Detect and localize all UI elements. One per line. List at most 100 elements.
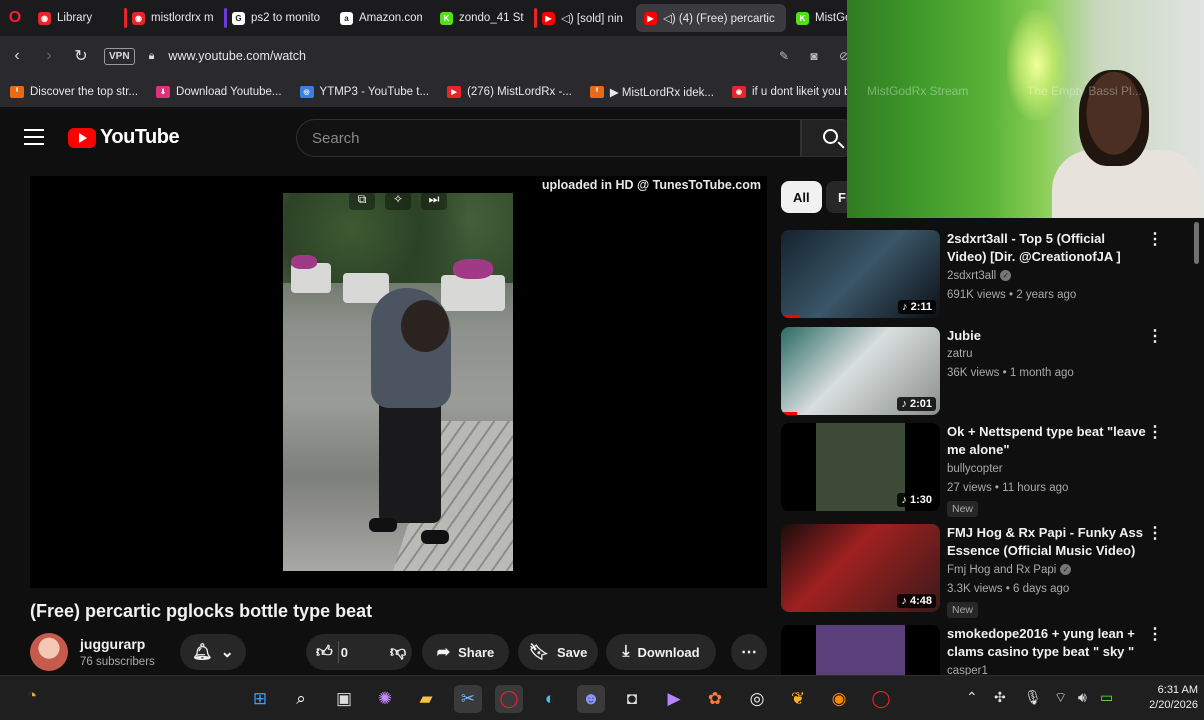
search-icon [823, 129, 838, 144]
url-field[interactable]: www.youtube.com/watch [168, 49, 762, 63]
recommendation-item[interactable]: ♪ 2:11 2sdxrt3all - Top 5 (Official Video… [781, 230, 1191, 320]
taskbar-search-icon[interactable]: ⌕ [287, 685, 315, 713]
filter-chip[interactable]: All [781, 181, 822, 213]
video-player[interactable]: uploaded in HD @ TunesToTube.com ⧉ ✧ ⏭ [30, 176, 767, 588]
miniplayer-icon[interactable]: ⧉ [349, 192, 375, 210]
discord-icon[interactable]: ☻ [577, 685, 605, 713]
tray-overflow-icon[interactable]: ⌃ [966, 689, 978, 706]
video-frame [283, 193, 513, 571]
edit-icon[interactable]: ✎ [776, 49, 792, 63]
duration-badge: ♪ 2:11 [898, 300, 936, 314]
lock-icon[interactable]: 🔒︎ [149, 50, 155, 63]
sparkle-icon[interactable]: ✧ [385, 192, 411, 210]
system-clock[interactable]: 6:31 AM 2/20/2026 [1128, 683, 1198, 713]
channel-name[interactable]: juggurarp [80, 636, 145, 652]
browser-tab[interactable]: ◉ mistlordrx mu [124, 4, 222, 32]
reload-button[interactable]: ↻ [72, 46, 90, 66]
thumbs-up-icon[interactable]: 👍︎ [316, 643, 333, 662]
task-view-icon[interactable]: ▣ [330, 685, 358, 713]
save-button[interactable]: 🔖︎ Save [518, 634, 598, 670]
obs-icon[interactable]: ◎ [743, 685, 771, 713]
browser-tab[interactable]: Gps2 to monito [224, 4, 330, 32]
browser-tab[interactable]: a Amazon.com [332, 4, 430, 32]
bookmark-item[interactable]: ᴵᴵ Discover the top str... [10, 85, 138, 98]
volume-icon[interactable]: 🔊︎ [1078, 689, 1087, 706]
search-input[interactable]: Search [296, 119, 801, 157]
recommendation-item[interactable]: ♪ 1:30 Ok + Nettspend type beat "leave me… [781, 423, 1191, 517]
browser-tab[interactable]: ▶ ◁) (4) (Free) percartic p [636, 4, 786, 32]
battery-icon[interactable]: ▭ [1100, 689, 1113, 706]
camera-app-icon[interactable]: ◘ [618, 685, 646, 713]
more-options-icon[interactable]: ⋮ [1147, 526, 1163, 542]
video-thumbnail[interactable]: ♪ 2:01 [781, 327, 940, 415]
scrollbar-thumb[interactable] [1194, 222, 1199, 264]
skip-next-icon[interactable]: ⏭ [421, 192, 447, 210]
opera-taskbar-icon[interactable]: ◯ [495, 685, 523, 713]
flowers [291, 255, 317, 269]
recommendation-channel[interactable]: zatru [947, 348, 973, 360]
bookmark-item[interactable]: ▶ (276) MistLordRx -... [447, 85, 572, 98]
new-badge: New [947, 501, 979, 517]
recommendation-title[interactable]: FMJ Hog & Rx Papi - Funky Ass Essence (O… [947, 524, 1147, 560]
camera-icon[interactable]: ◙ [806, 49, 822, 63]
vpn-badge[interactable]: VPN [104, 47, 135, 65]
youtube-logo[interactable]: YouTube [68, 126, 180, 149]
weather-widget-icon[interactable]: ◔ [18, 682, 46, 710]
recommendation-item[interactable]: ♪ 4:48 FMJ Hog & Rx Papi - Funky Ass Esse… [781, 524, 1191, 618]
video-thumbnail[interactable]: ♪ 2:11 [781, 230, 940, 318]
recommendation-title[interactable]: Jubie [947, 327, 1147, 345]
duration-badge: ♪ 2:01 [897, 397, 936, 411]
copilot-icon[interactable]: ✺ [371, 685, 399, 713]
more-options-icon[interactable]: ⋮ [1147, 232, 1163, 248]
recommendation-channel[interactable]: bullycopter [947, 463, 1003, 475]
opera-logo-icon[interactable]: O [0, 0, 30, 36]
more-options-icon[interactable]: ⋮ [1147, 425, 1163, 441]
chrome-icon[interactable]: ◉ [825, 685, 853, 713]
share-icon: ➦ [436, 644, 451, 661]
microphone-icon[interactable]: 🎙︎ [1024, 689, 1042, 706]
app-icon[interactable]: ✿ [701, 685, 729, 713]
recommendation-title[interactable]: Ok + Nettspend type beat "leave me alone… [947, 423, 1147, 459]
recommendation-channel-name: zatru [947, 348, 973, 360]
recommendation-title[interactable]: smokedope2016 + yung lean + clams casino… [947, 625, 1147, 661]
back-button[interactable]: ‹ [8, 47, 26, 65]
recommendation-title[interactable]: 2sdxrt3all - Top 5 (Official Video) [Dir… [947, 230, 1147, 266]
subscriber-count: 76 subscribers [80, 656, 155, 668]
bookmark-label: (276) MistLordRx -... [467, 85, 572, 98]
menu-icon[interactable] [24, 129, 44, 145]
share-button[interactable]: ➦ Share [422, 634, 509, 670]
video-thumbnail[interactable]: ♪ 1:30 [781, 423, 940, 511]
file-explorer-icon[interactable]: ▰ [412, 685, 440, 713]
recommendation-channel[interactable]: Fmj Hog and Rx Papi ✓ [947, 564, 1072, 576]
like-dislike-group: 👍︎ 0 👎︎ [306, 634, 412, 670]
more-options-icon[interactable]: ⋮ [1147, 329, 1163, 345]
notifications-button[interactable]: 🔔︎ ⌄ [180, 634, 246, 670]
opera-gx-icon[interactable]: ◯ [867, 685, 895, 713]
bookmark-label: Download Youtube... [176, 85, 282, 98]
more-actions-button[interactable]: ⋯ [731, 634, 767, 670]
browser-tab[interactable]: Kzondo_41 Stre [432, 4, 532, 32]
video-thumbnail[interactable]: ♪ 4:48 [781, 524, 940, 612]
edge-icon[interactable]: ◐ [536, 685, 564, 713]
browser-tab[interactable]: ▶ ◁) [sold] nin [534, 4, 634, 32]
bookmark-item[interactable]: ◉ if u dont likeit you b... [731, 85, 860, 98]
bookmark-item[interactable]: ◎ YTMP3 - YouTube t... [299, 85, 429, 98]
snipping-tool-icon[interactable]: ✂ [454, 685, 482, 713]
wifi-icon[interactable]: ⌔ [1054, 689, 1067, 707]
recommendation-channel[interactable]: 2sdxrt3all ✓ [947, 270, 1012, 282]
channel-avatar[interactable] [30, 633, 68, 671]
video-editor-icon[interactable]: ▶ [660, 685, 688, 713]
windows-start-icon[interactable]: ⊞ [246, 685, 274, 713]
bookmark-item[interactable]: ⬇ Download Youtube... [156, 85, 282, 98]
recommendation-item[interactable]: ♪ 2:01 Jubie zatru 36K views • 1 month ago ⋮ [781, 327, 1191, 417]
bookmark-item[interactable]: ᴵᴵ ▶ MistLordRx idek... [589, 85, 714, 99]
more-options-icon[interactable]: ⋮ [1147, 627, 1163, 643]
thumbs-down-icon[interactable]: 👎︎ [390, 643, 406, 662]
browser-tab[interactable]: ◉ Library [30, 4, 122, 32]
watch-progress-bar [781, 412, 797, 415]
download-button[interactable]: ⤓ Download [606, 634, 716, 670]
tray-app-icon[interactable]: ✣ [994, 689, 1006, 706]
fl-studio-icon[interactable]: ❦ [784, 685, 812, 713]
like-count[interactable]: 0 [341, 645, 348, 660]
forward-button[interactable]: › [40, 47, 58, 65]
